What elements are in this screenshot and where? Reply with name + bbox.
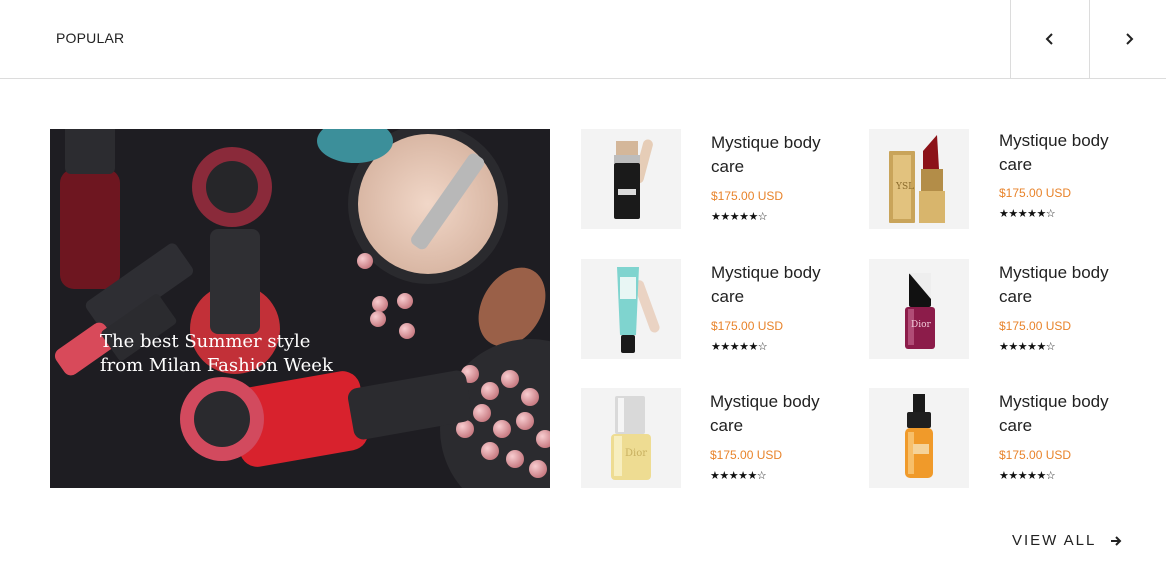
product-name[interactable]: Mystique body care	[711, 131, 841, 179]
product-card[interactable]: Dior Mystique body care $175.00 USD ★★★★…	[869, 259, 1139, 359]
product-image[interactable]	[581, 259, 681, 359]
svg-text:Dior: Dior	[625, 448, 647, 459]
product-price: $175.00 USD	[711, 189, 784, 203]
primer-tube-image	[617, 267, 660, 353]
foundation-stick-image	[614, 139, 653, 219]
product-image[interactable]	[581, 129, 681, 229]
product-card[interactable]: Dior Mystique body care $175.00 USD ★★★★…	[581, 388, 851, 488]
product-name[interactable]: Mystique body care	[711, 261, 841, 309]
carousel-prev-button[interactable]	[1010, 0, 1089, 78]
hero-banner[interactable]: The best Summer style from Milan Fashion…	[50, 129, 550, 488]
product-name[interactable]: Mystique body care	[999, 390, 1129, 438]
chevron-right-icon	[1126, 33, 1134, 45]
hero-image	[50, 129, 550, 488]
product-card[interactable]: Mystique body care $175.00 USD ★★★★★☆	[869, 388, 1139, 488]
product-image[interactable]: YSL	[869, 129, 969, 229]
product-price: $175.00 USD	[999, 448, 1072, 462]
product-price: $175.00 USD	[710, 448, 783, 462]
carousel-next-button[interactable]	[1089, 0, 1166, 78]
product-image[interactable]	[869, 388, 969, 488]
lipstick-image: YSL	[889, 135, 945, 223]
svg-text:Dior: Dior	[911, 320, 932, 330]
star-rating: ★★★★★☆	[711, 211, 768, 223]
product-card[interactable]: Mystique body care $175.00 USD ★★★★★☆	[581, 129, 851, 229]
product-price: $175.00 USD	[711, 319, 784, 333]
serum-bottle-image	[905, 394, 933, 478]
star-rating: ★★★★★☆	[711, 341, 768, 353]
star-rating: ★★★★★☆	[999, 341, 1056, 353]
nail-polish-plum-image: Dior	[905, 273, 935, 349]
product-name[interactable]: Mystique body care	[710, 390, 840, 438]
product-price: $175.00 USD	[999, 186, 1072, 200]
star-rating: ★★★★★☆	[999, 470, 1056, 482]
product-name[interactable]: Mystique body care	[999, 129, 1129, 177]
nail-polish-yellow-image: Dior	[611, 396, 651, 480]
product-name[interactable]: Mystique body care	[999, 261, 1129, 309]
section-title: POPULAR	[56, 30, 125, 46]
svg-text:YSL: YSL	[895, 182, 914, 192]
section-header: POPULAR	[0, 0, 1166, 79]
star-rating: ★★★★★☆	[999, 208, 1056, 220]
product-image[interactable]: Dior	[581, 388, 681, 488]
product-price: $175.00 USD	[999, 319, 1072, 333]
product-card[interactable]: Mystique body care $175.00 USD ★★★★★☆	[581, 259, 851, 359]
star-rating: ★★★★★☆	[710, 470, 767, 482]
product-image[interactable]: Dior	[869, 259, 969, 359]
product-card[interactable]: YSL Mystique body care $175.00 USD ★★★★★…	[869, 129, 1139, 229]
chevron-left-icon	[1045, 33, 1053, 45]
view-all-label[interactable]: VIEW ALL	[1012, 532, 1096, 549]
view-all-link[interactable]: VIEW ALL	[1012, 532, 1122, 549]
hero-caption: The best Summer style from Milan Fashion…	[100, 331, 333, 376]
arrow-right-icon	[1111, 535, 1122, 546]
